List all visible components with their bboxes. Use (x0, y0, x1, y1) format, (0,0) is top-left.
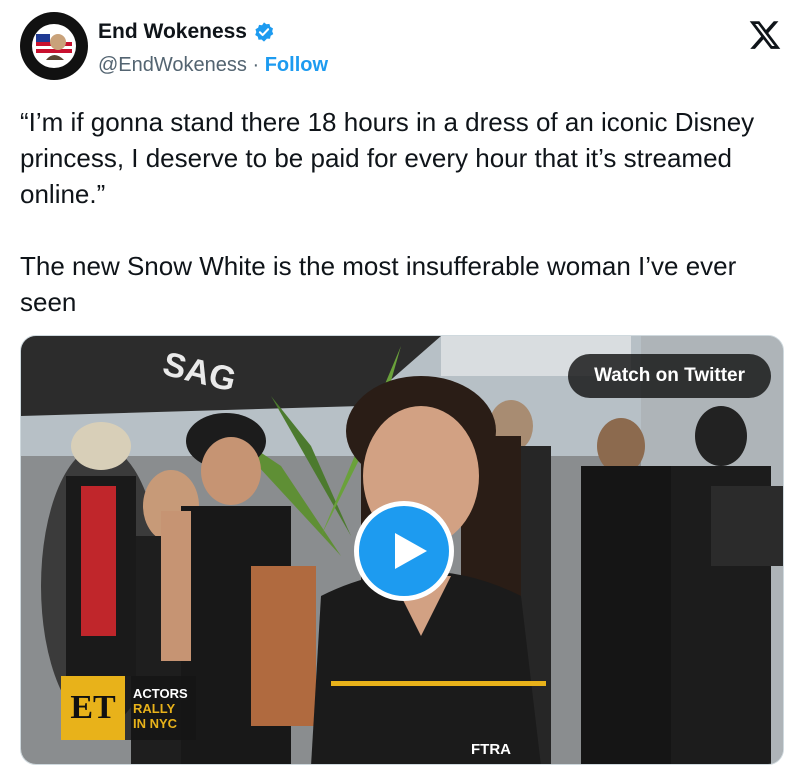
display-name[interactable]: End Wokeness (98, 20, 247, 44)
watch-on-twitter-button[interactable]: Watch on Twitter (568, 354, 771, 398)
handle[interactable]: @EndWokeness (98, 54, 247, 76)
tweet-text: “I’m if gonna stand there 18 hours in a … (20, 107, 755, 317)
news-caption: ACTORS RALLY IN NYC (125, 676, 196, 740)
separator: · (252, 54, 260, 76)
avatar[interactable] (20, 12, 88, 80)
handle-row: @EndWokeness · Follow (98, 54, 328, 77)
video-player[interactable]: SAG FTRA Watch on Twitter ET ACTORS RALL… (20, 335, 784, 765)
avatar-badge (21, 13, 87, 79)
author-name-row: End Wokeness (98, 20, 275, 44)
follow-button[interactable]: Follow (265, 54, 328, 76)
verified-badge-icon (255, 22, 274, 42)
x-logo-icon[interactable] (748, 18, 782, 52)
play-icon (395, 533, 427, 569)
play-button[interactable] (354, 501, 454, 601)
et-logo: ET (61, 676, 125, 740)
caption-line-2: RALLY (133, 700, 176, 716)
caption-line-1: ACTORS (133, 685, 188, 701)
et-logo-text: ET (70, 689, 116, 726)
caption-line-3: IN NYC (133, 715, 178, 731)
caption-bar (331, 681, 546, 686)
svg-text:FTRA: FTRA (471, 741, 511, 758)
tweet-card: End Wokeness @EndWokeness · Follow “I’m … (0, 0, 800, 775)
